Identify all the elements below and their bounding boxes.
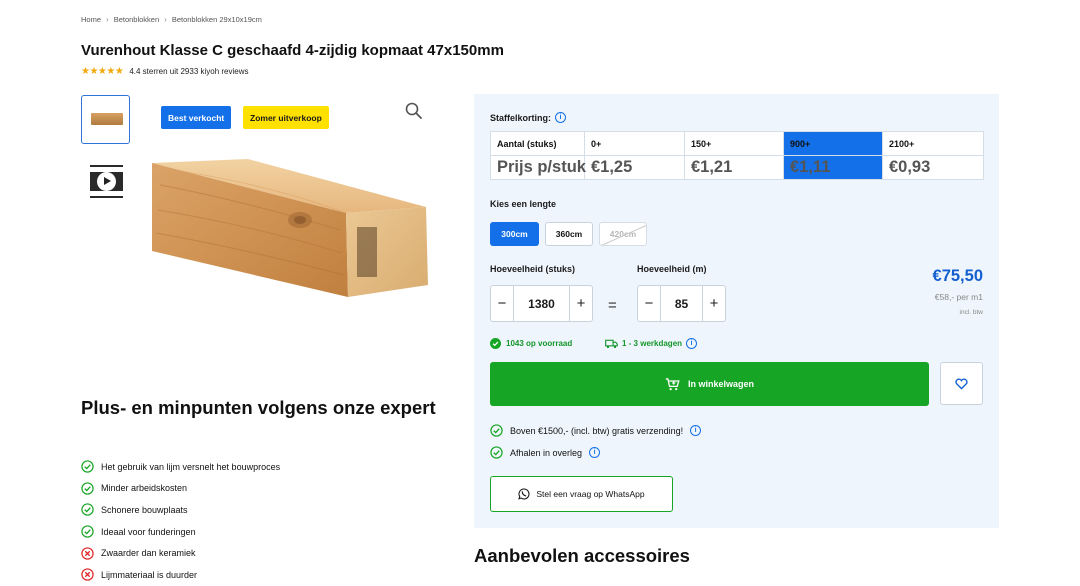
length-option-300cm[interactable]: 300cm <box>490 222 539 246</box>
pro-text: Ideaal voor funderingen <box>101 526 196 537</box>
perk-text: Afhalen in overleg <box>510 447 583 458</box>
breadcrumb-category[interactable]: Betonblokken <box>114 15 159 24</box>
pro-text: Schonere bouwplaats <box>101 504 188 515</box>
quantity-meters-stepper: − 85 + <box>637 285 726 322</box>
list-item: Schonere bouwplaats <box>81 499 280 521</box>
pro-text: Het gebruik van lijm versnelt het bouwpr… <box>101 461 281 472</box>
check-circle-icon <box>81 503 94 517</box>
check-circle-icon <box>81 482 94 495</box>
add-to-cart-button[interactable]: In winkelwagen <box>490 362 929 406</box>
con-text: Lijmmateriaal is duurder <box>101 569 198 580</box>
quantity-pieces-stepper: − 1380 + <box>490 285 593 322</box>
badge-best-sold: Best verkocht <box>161 106 232 129</box>
check-circle-icon <box>81 525 94 538</box>
length-option-420cm: 420cm <box>599 222 647 246</box>
list-item: Ideaal voor funderingen <box>81 521 280 543</box>
rating-stars-icon: ★★★★★ <box>81 66 124 77</box>
check-circle-icon <box>490 424 503 437</box>
quantity-pieces-input[interactable]: 1380 <box>513 286 570 321</box>
staffel-heading-text: Staffelkorting: <box>490 112 552 123</box>
stock-status: 1043 op voorraad <box>490 338 572 349</box>
badge-summer-sale: Zomer uitverkoop <box>243 106 329 129</box>
pro-text: Minder arbeidskosten <box>101 483 188 494</box>
whatsapp-button[interactable]: Stel een vraag op WhatsApp <box>490 476 673 512</box>
staffel-tier[interactable]: 2100+ <box>882 131 984 156</box>
increase-pieces-button[interactable]: + <box>570 286 592 321</box>
list-item: Minder arbeidskosten <box>81 478 280 500</box>
play-icon <box>97 172 116 191</box>
perk-pickup: Afhalen in overleg i <box>490 446 601 459</box>
whatsapp-icon <box>518 488 530 500</box>
staffel-price-selected: €1,11 <box>783 155 883 180</box>
staffel-tier[interactable]: 0+ <box>584 131 685 156</box>
stock-text: 1043 op voorraad <box>506 339 573 348</box>
heart-icon <box>955 377 968 390</box>
product-image[interactable] <box>150 155 432 300</box>
staffel-price: €1,25 <box>584 155 685 180</box>
decrease-meters-button[interactable]: − <box>638 286 660 321</box>
breadcrumb-home[interactable]: Home <box>81 15 101 24</box>
staffel-price: €1,21 <box>684 155 784 180</box>
breadcrumb: Home › Betonblokken › Betonblokken 29x10… <box>81 15 262 24</box>
decrease-pieces-button[interactable]: − <box>491 286 513 321</box>
staffel-price: €0,93 <box>882 155 984 180</box>
perk-text: Boven €1500,- (incl. btw) gratis verzend… <box>510 425 684 436</box>
check-circle-icon <box>81 460 94 473</box>
info-icon[interactable]: i <box>690 425 702 436</box>
thumbnail-product-image[interactable] <box>81 95 130 144</box>
search-icon[interactable] <box>404 101 424 121</box>
list-item: Zwaarder dan keramiek <box>81 542 280 564</box>
cart-icon <box>665 377 680 390</box>
staffel-heading: Staffelkorting: i <box>490 112 567 123</box>
breadcrumb-separator: › <box>164 15 167 24</box>
quantity-meters-input[interactable]: 85 <box>660 286 703 321</box>
con-text: Zwaarder dan keramiek <box>101 548 196 559</box>
thumbnail-video[interactable] <box>90 165 123 198</box>
breadcrumb-current[interactable]: Betonblokken 29x10x19cm <box>172 15 262 24</box>
rating-text: 4.4 sterren uit 2933 kiyoh reviews <box>129 67 249 76</box>
list-item: Het gebruik van lijm versnelt het bouwpr… <box>81 456 280 478</box>
info-icon[interactable]: i <box>555 112 567 123</box>
info-icon[interactable]: i <box>589 447 601 458</box>
staffel-row-header: Aantal (stuks) <box>490 131 585 156</box>
product-title: Vurenhout Klasse C geschaafd 4-zijdig ko… <box>81 42 504 59</box>
cross-circle-icon <box>81 546 94 560</box>
staffel-table: Aantal (stuks) 0+ 150+ 900+ 2100+ Prijs … <box>490 131 984 180</box>
delivery-text: 1 - 3 werkdagen <box>622 339 683 348</box>
vat-note: incl. btw <box>959 309 983 316</box>
cross-circle-icon <box>81 568 94 581</box>
check-circle-icon <box>490 338 501 349</box>
quantity-pieces-label: Hoeveelheid (stuks) <box>490 264 576 274</box>
staffel-price-header: Prijs p/stuk <box>490 155 586 180</box>
check-circle-icon <box>490 446 503 459</box>
expert-heading: Plus- en minpunten volgens onze expert <box>81 397 436 418</box>
breadcrumb-separator: › <box>106 15 109 24</box>
list-item: Lijmmateriaal is duurder <box>81 564 280 586</box>
staffel-tier-selected[interactable]: 900+ <box>783 131 883 156</box>
increase-meters-button[interactable]: + <box>703 286 725 321</box>
info-icon[interactable]: i <box>686 338 698 349</box>
price-per-meter: €58,- per m1 <box>934 292 983 302</box>
equals-sign: = <box>608 297 617 314</box>
wishlist-button[interactable] <box>940 362 983 405</box>
accessories-heading: Aanbevolen accessoires <box>474 545 690 566</box>
length-heading: Kies een lengte <box>490 199 557 209</box>
length-option-360cm[interactable]: 360cm <box>545 222 593 246</box>
whatsapp-label: Stel een vraag op WhatsApp <box>536 489 645 499</box>
product-rating[interactable]: ★★★★★ 4.4 sterren uit 2933 kiyoh reviews <box>81 66 249 77</box>
total-price: €75,50 <box>932 267 983 285</box>
pros-cons-list: Het gebruik van lijm versnelt het bouwpr… <box>81 456 280 586</box>
perk-free-shipping: Boven €1500,- (incl. btw) gratis verzend… <box>490 424 702 437</box>
delivery-time: 1 - 3 werkdagen i <box>605 338 698 349</box>
staffel-tier[interactable]: 150+ <box>684 131 784 156</box>
quantity-meters-label: Hoeveelheid (m) <box>637 264 707 274</box>
add-to-cart-label: In winkelwagen <box>687 379 754 389</box>
truck-icon <box>605 339 618 348</box>
